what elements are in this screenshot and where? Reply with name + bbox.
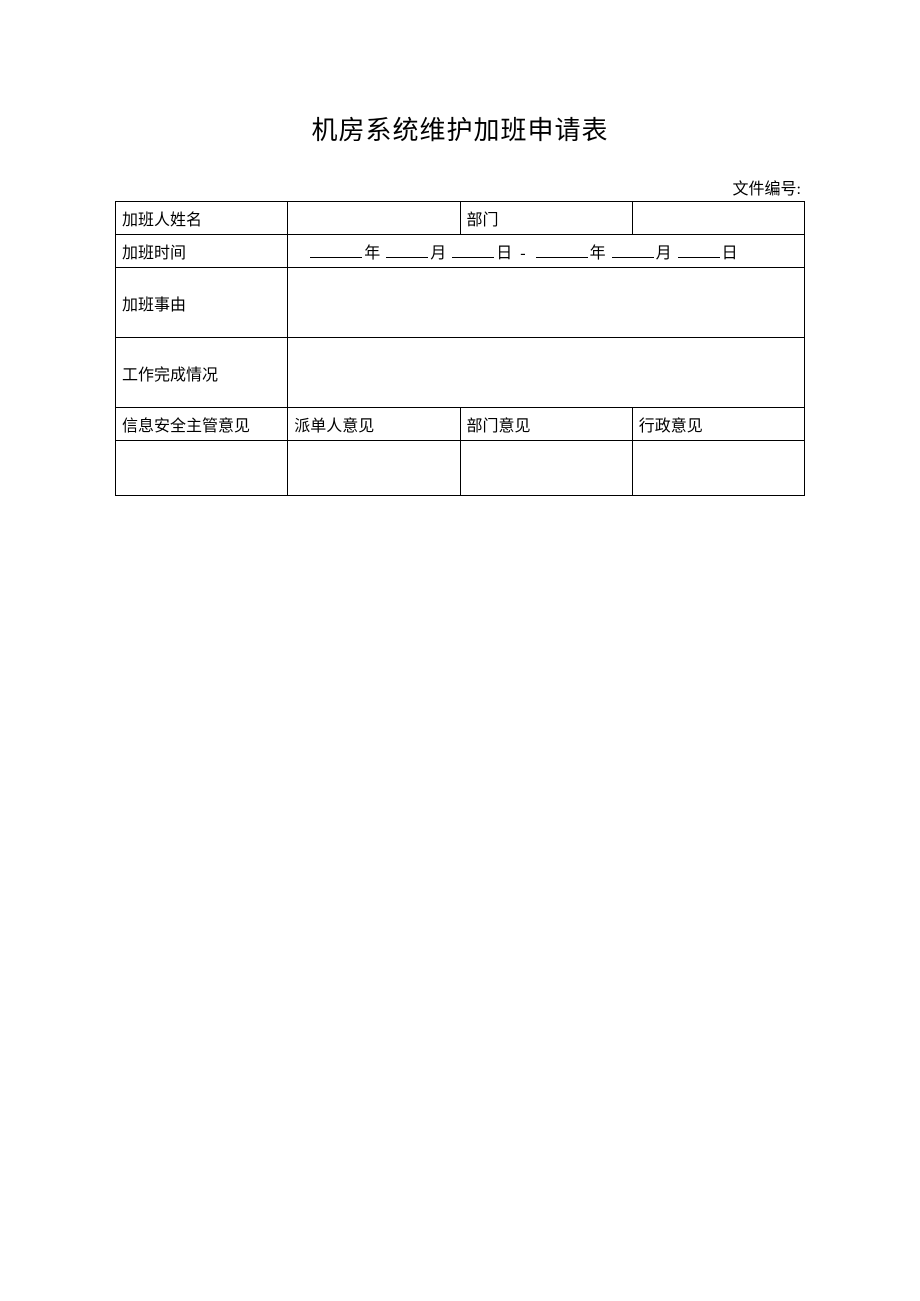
value-completion[interactable]: [288, 338, 805, 408]
row-opinion-headers: 信息安全主管意见 派单人意见 部门意见 行政意见: [116, 408, 805, 441]
page-title: 机房系统维护加班申请表: [115, 110, 805, 147]
application-form-table: 加班人姓名 部门 加班时间 年 月 日 - 年 月 日 加班事由 工作完成情况: [115, 201, 805, 496]
label-completion: 工作完成情况: [116, 338, 288, 408]
value-name[interactable]: [288, 202, 460, 235]
row-opinion-values: [116, 441, 805, 496]
date-year2-blank[interactable]: [536, 240, 588, 258]
label-dept: 部门: [460, 202, 632, 235]
value-reason[interactable]: [288, 268, 805, 338]
document-number-label: 文件编号:: [115, 175, 805, 199]
label-time: 加班时间: [116, 235, 288, 268]
value-dept-opinion[interactable]: [460, 441, 632, 496]
date-day-label-2: 日: [722, 245, 738, 262]
value-dispatcher-opinion[interactable]: [288, 441, 460, 496]
date-separator: -: [520, 245, 525, 262]
date-month2-blank[interactable]: [612, 240, 654, 258]
date-month1-blank[interactable]: [386, 240, 428, 258]
label-name: 加班人姓名: [116, 202, 288, 235]
row-reason: 加班事由: [116, 268, 805, 338]
row-time: 加班时间 年 月 日 - 年 月 日: [116, 235, 805, 268]
value-admin-opinion[interactable]: [632, 441, 804, 496]
row-name-dept: 加班人姓名 部门: [116, 202, 805, 235]
value-security-opinion[interactable]: [116, 441, 288, 496]
row-completion: 工作完成情况: [116, 338, 805, 408]
value-time[interactable]: 年 月 日 - 年 月 日: [288, 235, 805, 268]
label-reason: 加班事由: [116, 268, 288, 338]
document-page: 机房系统维护加班申请表 文件编号: 加班人姓名 部门 加班时间 年 月 日 - …: [0, 0, 920, 496]
label-security-opinion: 信息安全主管意见: [116, 408, 288, 441]
date-month-label-1: 月: [430, 245, 446, 262]
label-admin-opinion: 行政意见: [632, 408, 804, 441]
date-day-label-1: 日: [496, 245, 512, 262]
date-year1-blank[interactable]: [310, 240, 362, 258]
date-month-label-2: 月: [656, 245, 672, 262]
date-year-label-1: 年: [364, 245, 380, 262]
date-day1-blank[interactable]: [452, 240, 494, 258]
value-dept[interactable]: [632, 202, 804, 235]
label-dispatcher-opinion: 派单人意见: [288, 408, 460, 441]
date-year-label-2: 年: [590, 245, 606, 262]
label-dept-opinion: 部门意见: [460, 408, 632, 441]
date-day2-blank[interactable]: [678, 240, 720, 258]
